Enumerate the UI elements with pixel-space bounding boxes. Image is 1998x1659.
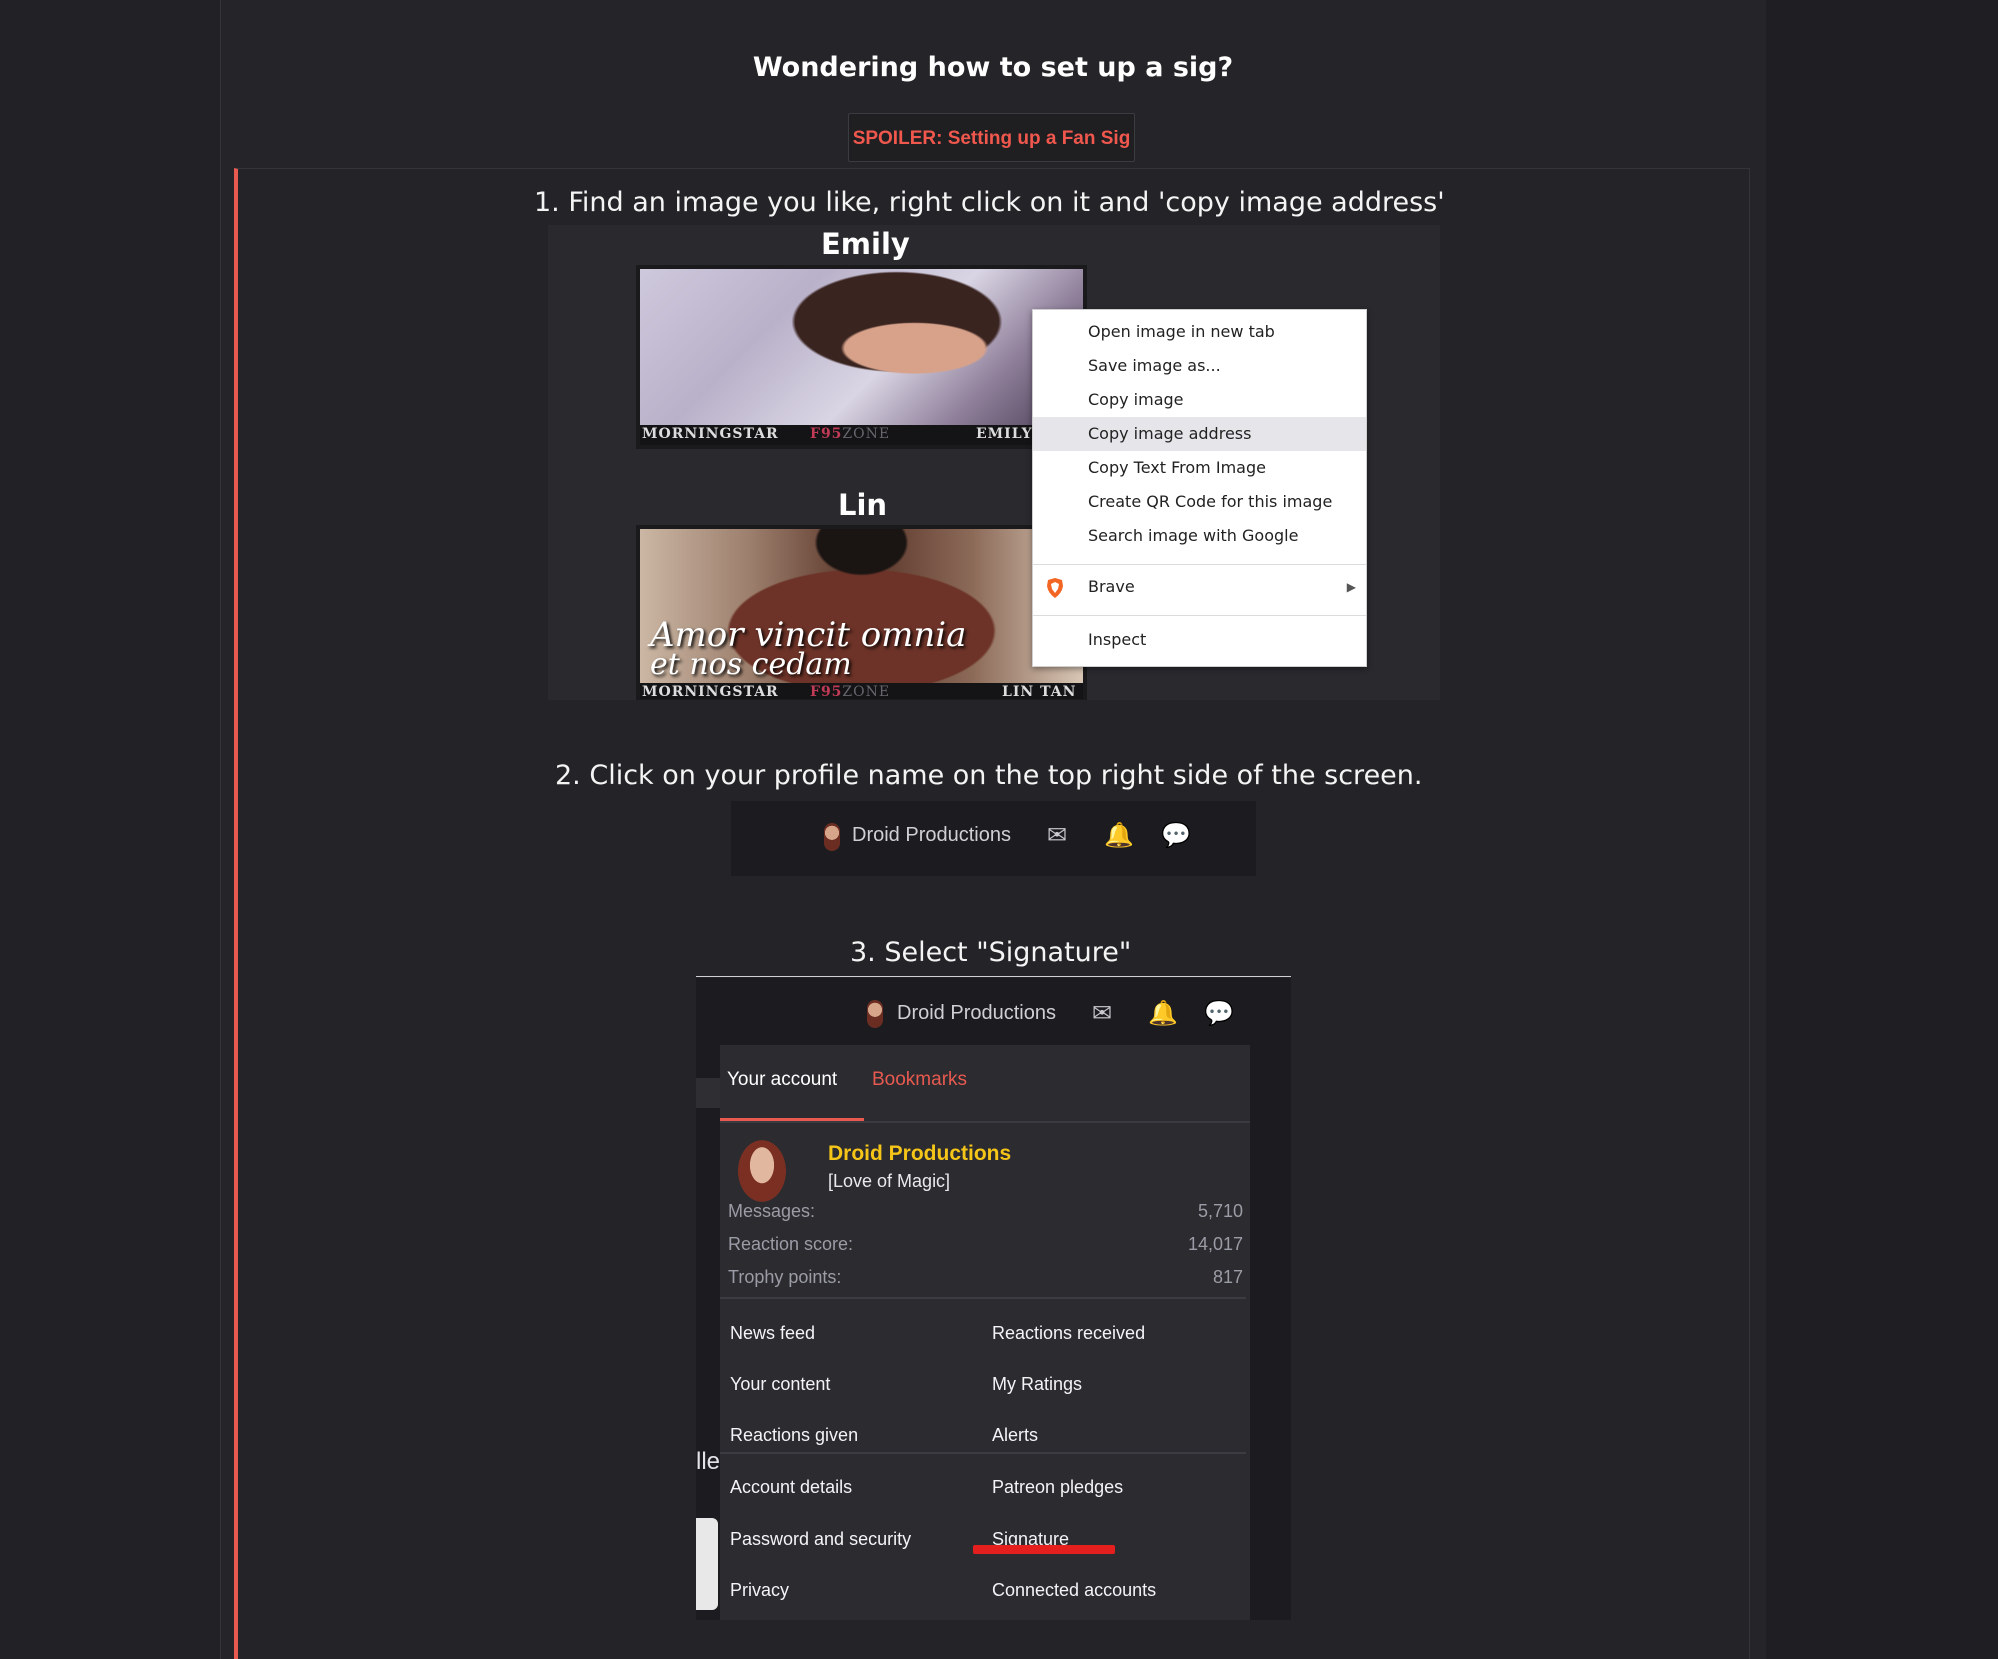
right-gutter — [1766, 0, 1998, 1659]
menu-create-qr-code[interactable]: Create QR Code for this image — [1033, 485, 1366, 519]
stat-label-messages: Messages: — [728, 1201, 816, 1221]
link-reactions-received[interactable]: Reactions received — [992, 1323, 1145, 1344]
menu-search-image-google[interactable]: Search image with Google — [1033, 519, 1366, 553]
alert-bubble-icon[interactable]: 💬 — [1204, 1000, 1234, 1028]
envelope-icon[interactable]: ✉ — [1047, 822, 1067, 850]
banner-footer-left: MORNINGSTAR — [642, 426, 779, 442]
signature-banner-emily[interactable]: MORNINGSTAR F95ZONE EMILY — [636, 265, 1087, 449]
step-2-text: 2. Click on your profile name on the top… — [555, 760, 1423, 791]
menu-copy-text-from-image[interactable]: Copy Text From Image — [1033, 451, 1366, 485]
divider — [720, 1452, 1246, 1454]
f95zone-logo-a: F95 — [810, 684, 843, 700]
link-my-ratings[interactable]: My Ratings — [992, 1374, 1082, 1395]
menu-save-image-as[interactable]: Save image as... — [1033, 349, 1366, 383]
context-menu: Open image in new tab Save image as... C… — [1032, 309, 1367, 667]
card-caption-lin: Lin — [838, 488, 888, 522]
f95zone-logo: F95ZONE — [810, 426, 890, 442]
banner-footer: MORNINGSTAR F95ZONE LIN TAN — [640, 683, 1083, 700]
bell-icon[interactable]: 🔔 — [1104, 822, 1134, 850]
banner-footer: MORNINGSTAR F95ZONE EMILY — [640, 425, 1083, 445]
alert-bubble-icon[interactable]: 💬 — [1161, 822, 1191, 850]
spoiler-toggle-button[interactable]: SPOILER: Setting up a Fan Sig — [848, 113, 1135, 162]
submenu-arrow-icon: ▶ — [1346, 580, 1356, 594]
link-account-details[interactable]: Account details — [730, 1477, 852, 1498]
f95zone-logo-a: F95 — [810, 426, 843, 442]
account-menu: Your account Bookmarks Droid Productions… — [720, 1045, 1250, 1620]
signature-banner-lin[interactable]: Amor vincit omnia et nos cedam MORNINGST… — [636, 525, 1087, 700]
f95zone-logo-b: ZONE — [842, 684, 891, 700]
menu-separator — [1033, 564, 1366, 565]
menu-brave-label: Brave — [1088, 577, 1135, 596]
step-2-screenshot: Droid Productions ✉ 🔔 💬 — [731, 801, 1256, 876]
background-image-fragment — [696, 1518, 718, 1610]
menu-copy-image-address[interactable]: Copy image address — [1033, 417, 1366, 451]
menu-open-image-new-tab[interactable]: Open image in new tab — [1033, 315, 1366, 349]
envelope-icon[interactable]: ✉ — [1092, 1000, 1112, 1028]
banner-footer-right: EMILY — [976, 426, 1033, 442]
menu-separator — [1033, 615, 1366, 616]
tab-your-account[interactable]: Your account — [727, 1069, 837, 1091]
link-reactions-given[interactable]: Reactions given — [730, 1425, 858, 1446]
menu-inspect[interactable]: Inspect — [1033, 623, 1366, 657]
user-title: [Love of Magic] — [828, 1171, 951, 1191]
profile-name-link[interactable]: Droid Productions — [897, 1002, 1056, 1025]
avatar — [867, 1000, 883, 1028]
step-3-screenshot: Droid Productions ✉ 🔔 💬 lle Your account… — [696, 978, 1291, 1620]
stat-label-reaction-score: Reaction score: — [728, 1234, 854, 1254]
menu-copy-image[interactable]: Copy image — [1033, 383, 1366, 417]
link-news-feed[interactable]: News feed — [730, 1323, 815, 1344]
banner-footer-left: MORNINGSTAR — [642, 684, 779, 700]
stat-value-reaction-score: 14,017 — [1187, 1234, 1243, 1254]
step-1-text: 1. Find an image you like, right click o… — [534, 187, 1445, 218]
background-page-strip — [696, 1078, 720, 1108]
stat-value-messages: 5,710 — [1197, 1201, 1243, 1221]
tabs-divider — [720, 1121, 1250, 1123]
brave-lion-icon — [1047, 578, 1063, 598]
card-caption-emily: Emily — [821, 227, 910, 261]
link-password-security[interactable]: Password and security — [730, 1529, 911, 1550]
link-patreon-pledges[interactable]: Patreon pledges — [992, 1477, 1123, 1498]
divider — [696, 976, 1291, 977]
profile-name-link[interactable]: Droid Productions — [852, 824, 1011, 847]
divider — [720, 1297, 1246, 1299]
f95zone-logo: F95ZONE — [810, 684, 891, 700]
link-alerts[interactable]: Alerts — [992, 1425, 1038, 1446]
banner-footer-right: LIN TAN — [1002, 684, 1077, 700]
link-connected-accounts[interactable]: Connected accounts — [992, 1580, 1156, 1601]
f95zone-logo-b: ZONE — [842, 426, 891, 442]
stat-label-trophy-points: Trophy points: — [728, 1267, 842, 1287]
link-privacy[interactable]: Privacy — [730, 1580, 789, 1601]
user-avatar[interactable] — [734, 1135, 790, 1207]
avatar — [824, 823, 840, 851]
background-fragment-text: lle — [696, 1448, 721, 1475]
bell-icon[interactable]: 🔔 — [1148, 1000, 1178, 1028]
menu-brave[interactable]: Brave ▶ — [1033, 570, 1366, 604]
banner-script-line-2: et nos cedam — [650, 647, 852, 682]
signature-highlight-underline — [973, 1545, 1115, 1554]
step-3-text: 3. Select "Signature" — [850, 937, 1132, 968]
link-your-content[interactable]: Your content — [730, 1374, 830, 1395]
stat-value-trophy-points: 817 — [1212, 1267, 1243, 1287]
tab-bookmarks[interactable]: Bookmarks — [872, 1069, 967, 1091]
user-name[interactable]: Droid Productions — [828, 1142, 1011, 1166]
post-heading: Wondering how to set up a sig? — [752, 52, 1234, 83]
